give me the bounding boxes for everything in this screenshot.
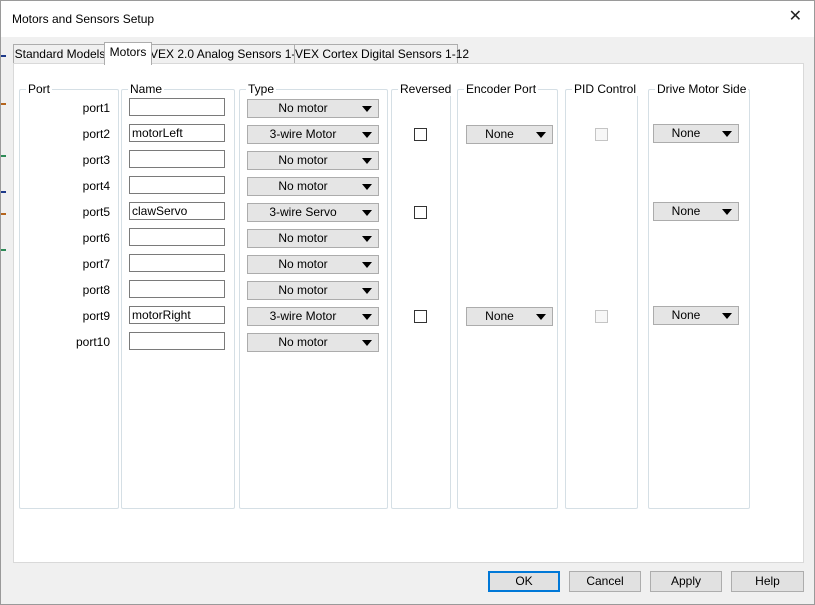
motor-type-dropdown-value: 3-wire Motor	[269, 127, 337, 141]
motor-type-dropdown[interactable]: No motor	[247, 255, 379, 274]
chevron-down-icon	[722, 209, 732, 215]
motor-name-input[interactable]	[129, 98, 225, 116]
drive-motor-side-dropdown-value: None	[671, 204, 701, 218]
port-label: port7	[82, 257, 110, 271]
motor-name-input[interactable]	[129, 124, 225, 142]
motor-type-dropdown-value: No motor	[278, 101, 328, 115]
pid-control-checkbox	[595, 128, 608, 141]
encoder-port-dropdown-value: None	[485, 309, 514, 323]
chevron-down-icon	[362, 184, 372, 190]
pid-control-column-header: PID Control	[572, 82, 639, 96]
chevron-down-icon	[722, 131, 732, 137]
chevron-down-icon	[362, 158, 372, 164]
close-icon[interactable]: ✕	[789, 7, 802, 27]
motor-type-dropdown-value: No motor	[278, 335, 328, 349]
window-title: Motors and Sensors Setup	[12, 12, 155, 26]
drive-motor-side-dropdown[interactable]: None	[653, 202, 739, 221]
motor-type-dropdown[interactable]: No motor	[247, 333, 379, 352]
chevron-down-icon	[536, 132, 546, 138]
chevron-down-icon	[362, 210, 372, 216]
encoder-port-dropdown[interactable]: None	[466, 307, 553, 326]
encoder-port-dropdown[interactable]: None	[466, 125, 553, 144]
reversed-checkbox[interactable]	[414, 206, 427, 219]
motor-type-dropdown-value: No motor	[278, 231, 328, 245]
apply-button[interactable]: Apply	[650, 571, 722, 592]
motor-type-dropdown[interactable]: No motor	[247, 281, 379, 300]
motor-type-dropdown[interactable]: 3-wire Motor	[247, 125, 379, 144]
reversed-checkbox[interactable]	[414, 310, 427, 323]
motor-name-input[interactable]	[129, 150, 225, 168]
tab-motors[interactable]: Motors	[104, 42, 152, 65]
port-column-group: Port port1 port2 port3 port4 port5 port6 port7…	[19, 83, 119, 509]
port-label: port10	[75, 335, 110, 349]
chevron-down-icon	[362, 340, 372, 346]
cancel-button[interactable]: Cancel	[569, 571, 641, 592]
motor-type-dropdown-value: 3-wire Motor	[269, 309, 337, 323]
port-label: port5	[82, 205, 110, 219]
motor-type-dropdown[interactable]: No motor	[247, 229, 379, 248]
type-column-group: Type No motor 3-wire Motor No motor No moto…	[239, 83, 388, 509]
chevron-down-icon	[722, 313, 732, 319]
chevron-down-icon	[362, 314, 372, 320]
title-bar: Motors and Sensors Setup ✕	[1, 1, 814, 37]
port-label: port8	[82, 283, 110, 297]
port-label: port3	[82, 153, 110, 167]
chevron-down-icon	[362, 106, 372, 112]
port-label: port1	[82, 101, 110, 115]
motor-name-input[interactable]	[129, 202, 225, 220]
drive-motor-side-dropdown[interactable]: None	[653, 306, 739, 325]
motor-type-dropdown-value: No motor	[278, 153, 328, 167]
encoder-port-dropdown-value: None	[485, 127, 514, 141]
tab-standard-models[interactable]: Standard Models	[13, 44, 107, 64]
help-button[interactable]: Help	[731, 571, 804, 592]
ok-button[interactable]: OK	[488, 571, 560, 592]
encoder-port-column-group: Encoder Port None None	[457, 83, 558, 509]
motor-name-input[interactable]	[129, 176, 225, 194]
name-column-group: Name	[121, 83, 235, 509]
port-label: port2	[82, 127, 110, 141]
port-column-header: Port	[26, 82, 53, 96]
background-window-edge	[1, 51, 7, 271]
motor-type-dropdown[interactable]: No motor	[247, 99, 379, 118]
chevron-down-icon	[362, 236, 372, 242]
reversed-column-group: Reversed	[391, 83, 454, 509]
motor-name-input[interactable]	[129, 254, 225, 272]
chevron-down-icon	[536, 314, 546, 320]
port-label: port9	[82, 309, 110, 323]
drive-motor-side-dropdown-value: None	[671, 308, 701, 322]
motor-name-input[interactable]	[129, 332, 225, 350]
drive-motor-side-column-group: Drive Motor Side None None None	[648, 83, 750, 509]
motor-type-dropdown[interactable]: 3-wire Servo	[247, 203, 379, 222]
drive-motor-side-dropdown[interactable]: None	[653, 124, 739, 143]
motor-type-dropdown[interactable]: No motor	[247, 177, 379, 196]
encoder-port-column-header: Encoder Port	[464, 82, 539, 96]
motor-name-input[interactable]	[129, 280, 225, 298]
motor-type-dropdown-value: No motor	[278, 257, 328, 271]
tab-vex-digital-sensors[interactable]: VEX Cortex Digital Sensors 1-12	[294, 44, 469, 64]
motor-type-dropdown[interactable]: 3-wire Motor	[247, 307, 379, 326]
dialog-window: Motors and Sensors Setup ✕ Standard Mode…	[0, 0, 815, 605]
pid-control-checkbox	[595, 310, 608, 323]
motor-type-dropdown-value: 3-wire Servo	[269, 205, 337, 219]
chevron-down-icon	[362, 132, 372, 138]
type-column-header: Type	[246, 82, 277, 96]
pid-control-column-group: PID Control	[565, 83, 639, 509]
drive-motor-side-dropdown-value: None	[671, 126, 701, 140]
tab-vex-analog-sensors[interactable]: VEX 2.0 Analog Sensors 1-8	[149, 44, 302, 64]
port-label: port6	[82, 231, 110, 245]
port-label: port4	[82, 179, 110, 193]
chevron-down-icon	[362, 288, 372, 294]
motor-type-dropdown-value: No motor	[278, 179, 328, 193]
reversed-column-header: Reversed	[398, 82, 454, 96]
motor-type-dropdown[interactable]: No motor	[247, 151, 379, 170]
motor-name-input[interactable]	[129, 228, 225, 246]
motor-type-dropdown-value: No motor	[278, 283, 328, 297]
name-column-header: Name	[128, 82, 165, 96]
chevron-down-icon	[362, 262, 372, 268]
reversed-checkbox[interactable]	[414, 128, 427, 141]
motor-name-input[interactable]	[129, 306, 225, 324]
drive-motor-side-column-header: Drive Motor Side	[655, 82, 749, 96]
motors-tab-panel: Port port1 port2 port3 port4 port5 port6 port7…	[13, 63, 804, 563]
